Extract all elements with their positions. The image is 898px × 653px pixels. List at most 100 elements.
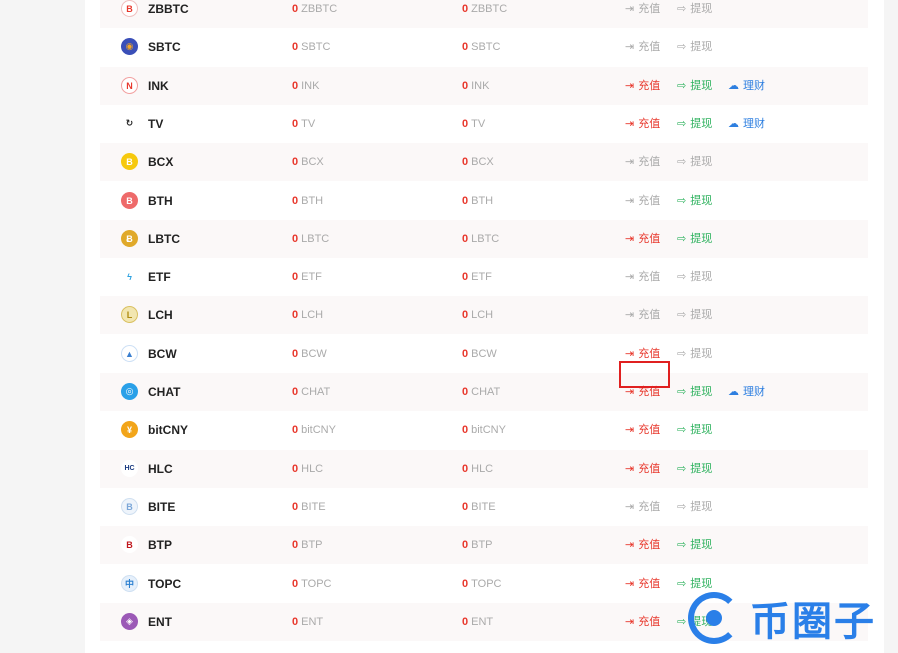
withdraw-button[interactable]: ⇨ 提现 xyxy=(677,296,712,334)
withdraw-button[interactable]: ⇨ 提现 xyxy=(677,411,712,449)
deposit-button[interactable]: ⇥ 充值 xyxy=(625,565,660,603)
frozen-balance: 0 BTH xyxy=(462,182,493,220)
coin-symbol: ENT xyxy=(148,615,172,629)
balance-amount: 0 xyxy=(462,539,469,551)
balance-unit: TOPC xyxy=(471,578,502,590)
withdraw-icon: ⇨ xyxy=(677,80,687,92)
deposit-icon: ⇥ xyxy=(625,156,635,168)
deposit-button[interactable]: ⇥ 充值 xyxy=(625,182,660,220)
available-balance: 0 LCH xyxy=(292,296,323,334)
deposit-label: 充值 xyxy=(638,271,661,283)
withdraw-button[interactable]: ⇨ 提现 xyxy=(677,143,712,181)
balance-amount: 0 xyxy=(462,578,469,590)
deposit-icon: ⇥ xyxy=(625,41,635,53)
coin-symbol: BCX xyxy=(148,155,174,169)
frozen-balance: 0 ENT xyxy=(462,603,493,641)
withdraw-button[interactable]: ⇨ 提现 xyxy=(677,526,712,564)
withdraw-button[interactable]: ⇨ 提现 xyxy=(677,335,712,373)
balance-amount: 0 xyxy=(292,41,299,53)
deposit-label: 充值 xyxy=(638,309,661,321)
available-balance: 0 ENT xyxy=(292,603,323,641)
deposit-icon: ⇥ xyxy=(625,539,635,551)
withdraw-button[interactable]: ⇨ 提现 xyxy=(677,67,712,105)
balance-unit: SBTC xyxy=(301,41,331,53)
deposit-label: 充值 xyxy=(638,348,661,360)
coin-bcw-icon: ▲ xyxy=(121,345,138,362)
deposit-button[interactable]: ⇥ 充值 xyxy=(625,335,660,373)
withdraw-label: 提现 xyxy=(690,195,713,207)
withdraw-button[interactable]: ⇨ 提现 xyxy=(677,220,712,258)
deposit-icon: ⇥ xyxy=(625,309,635,321)
table-row: B BTH 0 BTH 0 BTH ⇥ 充值 ⇨ 提现 xyxy=(100,182,868,220)
deposit-button[interactable]: ⇥ 充值 xyxy=(625,411,660,449)
balance-unit: HLC xyxy=(471,463,494,475)
deposit-button[interactable]: ⇥ 充值 xyxy=(625,603,660,641)
deposit-button[interactable]: ⇥ 充值 xyxy=(625,220,660,258)
withdraw-button[interactable]: ⇨ 提现 xyxy=(677,0,712,28)
balance-amount: 0 xyxy=(292,616,299,628)
frozen-balance: 0 bitCNY xyxy=(462,411,506,449)
coin-etf-icon: ϟ xyxy=(121,268,138,285)
coin-ent-icon: ◈ xyxy=(121,613,138,630)
finance-button[interactable]: ☁ 理财 xyxy=(728,67,765,105)
deposit-icon: ⇥ xyxy=(625,271,635,283)
deposit-icon: ⇥ xyxy=(625,463,635,475)
coin-hlc-icon: HC xyxy=(121,460,138,477)
balance-unit: TOPC xyxy=(301,578,332,590)
available-balance: 0 TV xyxy=(292,105,315,143)
withdraw-label: 提现 xyxy=(690,80,713,92)
withdraw-button[interactable]: ⇨ 提现 xyxy=(677,450,712,488)
coin-symbol: LCH xyxy=(148,308,173,322)
coin-symbol: CHAT xyxy=(148,385,181,399)
table-row: B ZBBTC 0 ZBBTC 0 ZBBTC ⇥ 充值 ⇨ 提现 xyxy=(100,0,868,28)
deposit-button[interactable]: ⇥ 充值 xyxy=(625,105,660,143)
coin-symbol: BTP xyxy=(148,538,172,552)
deposit-button[interactable]: ⇥ 充值 xyxy=(625,526,660,564)
withdraw-label: 提现 xyxy=(690,3,713,15)
withdraw-button[interactable]: ⇨ 提现 xyxy=(677,182,712,220)
balance-unit: BTP xyxy=(471,539,493,551)
deposit-button[interactable]: ⇥ 充值 xyxy=(625,67,660,105)
withdraw-button[interactable]: ⇨ 提现 xyxy=(677,488,712,526)
deposit-button[interactable]: ⇥ 充值 xyxy=(625,373,660,411)
coin-lbtc-icon: Ƀ xyxy=(121,230,138,247)
withdraw-icon: ⇨ xyxy=(677,463,687,475)
deposit-button[interactable]: ⇥ 充值 xyxy=(625,488,660,526)
withdraw-label: 提现 xyxy=(690,463,713,475)
withdraw-button[interactable]: ⇨ 提现 xyxy=(677,105,712,143)
withdraw-button[interactable]: ⇨ 提现 xyxy=(677,258,712,296)
finance-button[interactable]: ☁ 理财 xyxy=(728,373,765,411)
balance-amount: 0 xyxy=(292,539,299,551)
balance-amount: 0 xyxy=(462,233,469,245)
balance-amount: 0 xyxy=(292,501,299,513)
balance-amount: 0 xyxy=(462,463,469,475)
deposit-button[interactable]: ⇥ 充值 xyxy=(625,28,660,66)
withdraw-icon: ⇨ xyxy=(677,118,687,130)
deposit-button[interactable]: ⇥ 充值 xyxy=(625,143,660,181)
withdraw-button[interactable]: ⇨ 提现 xyxy=(677,373,712,411)
deposit-button[interactable]: ⇥ 充值 xyxy=(625,0,660,28)
withdraw-button[interactable]: ⇨ 提现 xyxy=(677,28,712,66)
balance-amount: 0 xyxy=(292,3,299,15)
table-row: B BCX 0 BCX 0 BCX ⇥ 充值 ⇨ 提现 xyxy=(100,143,868,181)
deposit-label: 充值 xyxy=(638,424,661,436)
deposit-label: 充值 xyxy=(638,578,661,590)
balance-amount: 0 xyxy=(462,424,469,436)
balance-amount: 0 xyxy=(462,501,469,513)
deposit-button[interactable]: ⇥ 充值 xyxy=(625,450,660,488)
balance-unit: ENT xyxy=(471,616,494,628)
withdraw-label: 提现 xyxy=(690,348,713,360)
frozen-balance: 0 BITE xyxy=(462,488,496,526)
deposit-button[interactable]: ⇥ 充值 xyxy=(625,296,660,334)
balance-amount: 0 xyxy=(462,3,469,15)
balance-amount: 0 xyxy=(462,41,469,53)
finance-button[interactable]: ☁ 理财 xyxy=(728,105,765,143)
coin-lch-icon: L xyxy=(121,306,138,323)
withdraw-icon: ⇨ xyxy=(677,501,687,513)
available-balance: 0 INK xyxy=(292,67,319,105)
frozen-balance: 0 BCX xyxy=(462,143,494,181)
deposit-button[interactable]: ⇥ 充值 xyxy=(625,258,660,296)
table-row: ¥ bitCNY 0 bitCNY 0 bitCNY ⇥ 充值 ⇨ 提现 xyxy=(100,411,868,449)
table-row: L LCH 0 LCH 0 LCH ⇥ 充值 ⇨ 提现 xyxy=(100,296,868,334)
coin-bite-icon: B xyxy=(121,498,138,515)
